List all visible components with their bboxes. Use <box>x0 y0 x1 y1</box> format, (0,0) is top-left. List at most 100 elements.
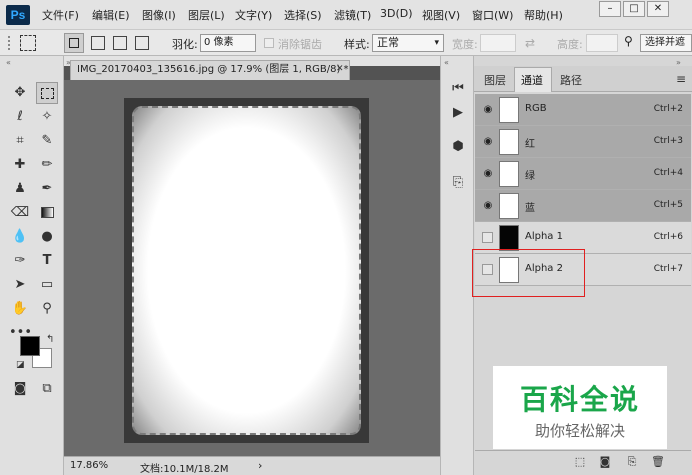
lasso-tool-icon[interactable]: ℓ <box>9 106 31 128</box>
eyedropper-tool-icon[interactable]: ✎ <box>36 130 58 152</box>
document-info: 文档:10.1M/18.2M <box>140 464 229 475</box>
panel-menu-icon[interactable]: ≡ <box>676 72 686 86</box>
collapse-toolbar-icon[interactable]: « <box>6 58 11 67</box>
eye-icon[interactable]: ◉ <box>481 136 495 148</box>
eraser-tool-icon[interactable]: ⌫ <box>9 202 31 224</box>
crop-tool-icon[interactable]: ⌗ <box>9 130 31 152</box>
channel-thumbnail <box>499 161 519 187</box>
options-grip <box>8 36 11 50</box>
close-document-icon[interactable]: ✕ <box>336 64 344 74</box>
menu-file[interactable]: 文件(F) <box>42 7 79 23</box>
eye-icon[interactable]: ◉ <box>481 168 495 180</box>
search-icon[interactable]: ⚲ <box>624 34 633 48</box>
channel-shortcut: Ctrl+3 <box>653 136 683 146</box>
document-tab[interactable]: IMG_20170403_135616.jpg @ 17.9% (图层 1, R… <box>70 60 350 80</box>
height-input[interactable] <box>586 34 618 52</box>
swap-colors-icon[interactable]: ↰ <box>46 334 54 345</box>
menu-edit[interactable]: 编辑(E) <box>92 7 130 23</box>
gradient-tool-icon[interactable] <box>36 202 58 224</box>
tab-channels[interactable]: 通道 <box>521 72 543 88</box>
clone-stamp-tool-icon[interactable]: ♟ <box>9 178 31 200</box>
brush-tool-icon[interactable]: ✏ <box>36 154 58 176</box>
default-colors-icon[interactable]: ◪ <box>16 360 25 370</box>
minimize-button[interactable]: – <box>599 1 621 17</box>
style-label: 样式: <box>344 38 370 51</box>
hand-tool-icon[interactable]: ✋ <box>9 298 31 320</box>
tab-layers[interactable]: 图层 <box>484 72 506 88</box>
3d-panel-icon[interactable]: ⬢ <box>447 136 469 158</box>
magic-wand-tool-icon[interactable]: ✧ <box>36 106 58 128</box>
collapse-strip-icon[interactable]: « <box>444 58 449 67</box>
properties-panel-icon[interactable]: ⎘ <box>447 172 469 194</box>
menu-layer[interactable]: 图层(L) <box>188 7 225 23</box>
pen-tool-icon[interactable]: ✑ <box>9 250 31 272</box>
image-vignette-frame <box>132 106 361 435</box>
channel-shortcut: Ctrl+5 <box>653 200 683 210</box>
add-selection-icon[interactable] <box>91 36 105 50</box>
path-selection-tool-icon[interactable]: ➤ <box>9 274 31 296</box>
rectangle-tool-icon[interactable]: ▭ <box>36 274 58 296</box>
feather-input[interactable]: 0 像素 <box>200 34 256 52</box>
save-selection-icon[interactable]: ◙ <box>597 454 613 470</box>
channel-row-green[interactable]: ◉ 绿 Ctrl+4 <box>475 158 691 190</box>
type-tool-icon[interactable]: T <box>36 250 58 272</box>
healing-brush-tool-icon[interactable]: ✚ <box>9 154 31 176</box>
channel-name: 红 <box>525 139 535 150</box>
select-and-mask-button[interactable]: 选择并遮 <box>640 34 692 52</box>
menu-filter[interactable]: 滤镜(T) <box>334 7 371 23</box>
menu-window[interactable]: 窗口(W) <box>472 7 513 23</box>
watermark-subtitle: 助你轻松解决 <box>534 422 625 440</box>
visibility-checkbox[interactable] <box>482 232 493 243</box>
antialias-checkbox[interactable] <box>264 38 274 48</box>
menu-image[interactable]: 图像(I) <box>142 7 176 23</box>
menu-3d[interactable]: 3D(D) <box>380 7 413 20</box>
history-panel-icon[interactable]: ⏮ <box>447 78 469 100</box>
marquee-preset-icon[interactable] <box>20 35 36 51</box>
marquee-tool-icon[interactable] <box>36 82 58 104</box>
new-channel-icon[interactable]: ⎘ <box>624 454 640 470</box>
channel-thumbnail <box>499 129 519 155</box>
blur-tool-icon[interactable]: 💧 <box>9 226 31 248</box>
close-window-button[interactable]: ✕ <box>647 1 669 17</box>
watermark-title: 百科全说 <box>519 383 640 416</box>
eye-icon[interactable]: ◉ <box>481 200 495 212</box>
feather-label: 羽化: <box>172 38 198 51</box>
zoom-level[interactable]: 17.86% <box>70 460 108 471</box>
actions-panel-icon[interactable]: ▶ <box>447 102 469 124</box>
maximize-button[interactable]: □ <box>623 1 645 17</box>
history-brush-tool-icon[interactable]: ✒ <box>36 178 58 200</box>
swap-dimensions-icon[interactable]: ⇄ <box>525 36 535 50</box>
move-tool-icon[interactable]: ✥ <box>9 82 31 104</box>
foreground-color-swatch-front[interactable] <box>20 336 40 356</box>
intersect-selection-icon[interactable] <box>135 36 149 50</box>
channel-shortcut: Ctrl+7 <box>653 264 683 274</box>
menu-view[interactable]: 视图(V) <box>422 7 460 23</box>
menu-select[interactable]: 选择(S) <box>284 7 322 23</box>
eye-icon[interactable]: ◉ <box>481 104 495 116</box>
load-selection-icon[interactable]: ⬚ <box>572 454 588 470</box>
channel-row-rgb[interactable]: ◉ RGB Ctrl+2 <box>475 94 691 126</box>
highlight-box <box>472 249 585 297</box>
channel-thumbnail <box>499 97 519 123</box>
channel-row-red[interactable]: ◉ 红 Ctrl+3 <box>475 126 691 158</box>
menu-help[interactable]: 帮助(H) <box>524 7 563 23</box>
style-select-value: 正常 <box>377 36 399 49</box>
delete-channel-icon[interactable]: 🗑 <box>650 454 666 470</box>
channel-name: RGB <box>525 103 547 114</box>
status-menu-arrow-icon[interactable]: › <box>258 459 262 472</box>
screen-mode-icon[interactable]: ⧉ <box>36 378 58 400</box>
watermark: 百科全说 助你轻松解决 <box>493 366 667 449</box>
new-selection-icon <box>69 38 79 48</box>
menu-type[interactable]: 文字(Y) <box>235 7 272 23</box>
tab-paths[interactable]: 路径 <box>560 72 582 88</box>
zoom-tool-icon[interactable]: ⚲ <box>36 298 58 320</box>
channel-row-blue[interactable]: ◉ 蓝 Ctrl+5 <box>475 190 691 222</box>
channel-shortcut: Ctrl+6 <box>653 232 683 242</box>
document-image[interactable] <box>124 98 369 443</box>
quick-mask-icon[interactable]: ◙ <box>9 378 31 400</box>
channel-thumbnail <box>499 225 519 251</box>
style-select[interactable]: 正常 ▾ <box>372 34 444 52</box>
width-input[interactable] <box>480 34 516 52</box>
subtract-selection-icon[interactable] <box>113 36 127 50</box>
dodge-tool-icon[interactable]: ● <box>36 226 58 248</box>
